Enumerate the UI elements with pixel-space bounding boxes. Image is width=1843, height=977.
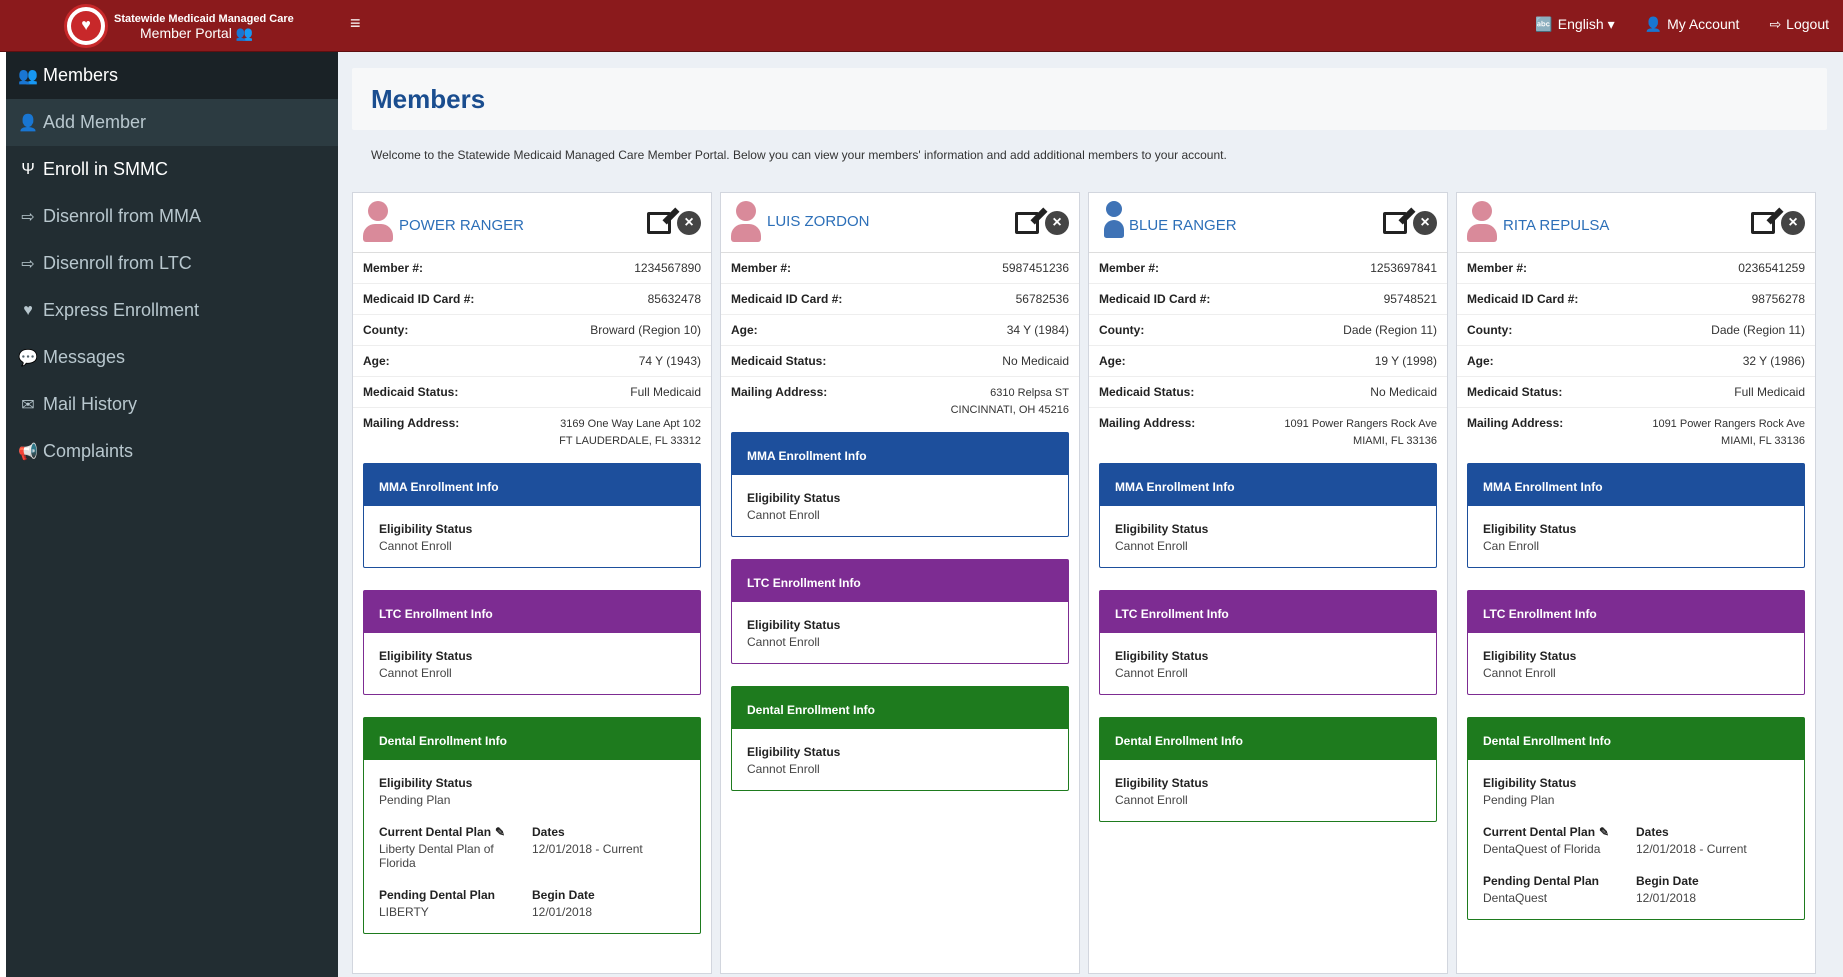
sign-out-icon: ⇨ <box>21 255 35 273</box>
dental-panel: Dental Enrollment Info Eligibility Status… <box>731 686 1069 791</box>
heartbeat-icon: ♥ <box>23 301 33 319</box>
sidebar-item-complaints[interactable]: 📢 Complaints <box>6 428 338 475</box>
ltc-panel: LTC Enrollment Info Eligibility Status Can… <box>1099 590 1437 695</box>
dental-panel: Dental Enrollment Info Eligibility Status… <box>1099 717 1437 822</box>
remove-icon[interactable]: × <box>677 211 701 235</box>
language-dropdown[interactable]: 🔤 English ▾ <box>1535 16 1614 33</box>
mma-panel: MMA Enrollment Info Eligibility Status Can… <box>1467 463 1805 568</box>
sidebar-item-enroll[interactable]: Ψ Enroll in SMMC <box>6 146 338 193</box>
brand-line2: Member Portal <box>140 25 232 41</box>
user-icon: 👤 <box>18 114 38 132</box>
sidebar: 👥 Members 👤 Add Member Ψ Enroll in SMMC ⇨ Di… <box>6 52 338 977</box>
mma-panel: MMA Enrollment Info Eligibility Status Can… <box>731 432 1069 537</box>
mma-panel: MMA Enrollment Info Eligibility Status Can… <box>1099 463 1437 568</box>
page-title: Members <box>371 84 486 114</box>
top-navbar: ♥ Statewide Medicaid Managed Care Member… <box>0 0 1843 52</box>
user-icon: 👤 <box>1644 16 1663 32</box>
comments-icon: 💬 <box>18 349 38 367</box>
ltc-panel: LTC Enrollment Info Eligibility Status Can… <box>363 590 701 695</box>
member-name[interactable]: LUIS ZORDON <box>767 213 870 230</box>
sidebar-item-disenroll-ltc[interactable]: ⇨ Disenroll from LTC <box>6 240 338 287</box>
logout-link[interactable]: ⇨ Logout <box>1769 16 1829 33</box>
dental-panel: Dental Enrollment Info Eligibility Statu… <box>363 717 701 934</box>
sidebar-item-add-member[interactable]: 👤 Add Member <box>6 99 338 146</box>
ltc-panel: LTC Enrollment Info Eligibility Status Can… <box>1467 590 1805 695</box>
edit-icon[interactable] <box>1383 212 1407 234</box>
stethoscope-icon: Ψ <box>21 160 35 178</box>
users-icon: 👥 <box>235 25 254 41</box>
edit-icon[interactable] <box>1015 212 1039 234</box>
sidebar-item-disenroll-mma[interactable]: ⇨ Disenroll from MMA <box>6 193 338 240</box>
pencil-icon[interactable]: ✎ <box>495 825 505 839</box>
brand[interactable]: ♥ Statewide Medicaid Managed Care Member… <box>6 0 338 52</box>
member-name[interactable]: BLUE RANGER <box>1129 217 1237 234</box>
edit-icon[interactable] <box>1751 212 1775 234</box>
edit-icon[interactable] <box>647 212 671 234</box>
menu-toggle-icon[interactable]: ≡ <box>350 13 361 34</box>
page-header: Members <box>352 68 1827 130</box>
smmc-logo: ♥ <box>64 4 108 48</box>
remove-icon[interactable]: × <box>1781 211 1805 235</box>
remove-icon[interactable]: × <box>1413 211 1437 235</box>
dental-panel: Dental Enrollment Info Eligibility Statu… <box>1467 717 1805 920</box>
female-avatar-icon <box>363 201 393 243</box>
brand-line1: Statewide Medicaid Managed Care <box>114 13 294 25</box>
main-content: Members Welcome to the Statewide Medicai… <box>338 52 1843 977</box>
member-card: RITA REPULSA × Member #: 0236541259 Medic… <box>1456 192 1816 974</box>
member-card: BLUE RANGER × Member #: 1253697841 Medica… <box>1088 192 1448 974</box>
envelope-icon: ✉ <box>21 396 35 414</box>
sidebar-item-members[interactable]: 👥 Members <box>6 52 338 99</box>
member-name[interactable]: RITA REPULSA <box>1503 217 1609 234</box>
member-name[interactable]: POWER RANGER <box>399 217 524 234</box>
remove-icon[interactable]: × <box>1045 211 1069 235</box>
pencil-icon[interactable]: ✎ <box>1599 825 1609 839</box>
child-avatar-icon <box>1099 201 1129 243</box>
sidebar-item-express-enrollment[interactable]: ♥ Express Enrollment <box>6 287 338 334</box>
bullhorn-icon: 📢 <box>18 443 38 461</box>
welcome-text: Welcome to the Statewide Medicaid Manage… <box>371 148 1227 162</box>
sidebar-item-mail-history[interactable]: ✉ Mail History <box>6 381 338 428</box>
ltc-panel: LTC Enrollment Info Eligibility Status Can… <box>731 559 1069 664</box>
my-account-link[interactable]: 👤 My Account <box>1645 16 1740 33</box>
users-icon: 👥 <box>18 67 38 85</box>
member-card: POWER RANGER × Member #: 1234567890 Medic… <box>352 192 712 974</box>
female-avatar-icon <box>1467 201 1497 243</box>
mma-panel: MMA Enrollment Info Eligibility Status Can… <box>363 463 701 568</box>
sidebar-item-messages[interactable]: 💬 Messages <box>6 334 338 381</box>
sign-out-icon: ⇨ <box>1769 16 1782 32</box>
sign-out-icon: ⇨ <box>21 208 35 226</box>
language-icon: 🔤 <box>1535 16 1553 32</box>
female-avatar-icon <box>731 201 761 243</box>
member-card: LUIS ZORDON × Member #: 5987451236 Medica… <box>720 192 1080 974</box>
